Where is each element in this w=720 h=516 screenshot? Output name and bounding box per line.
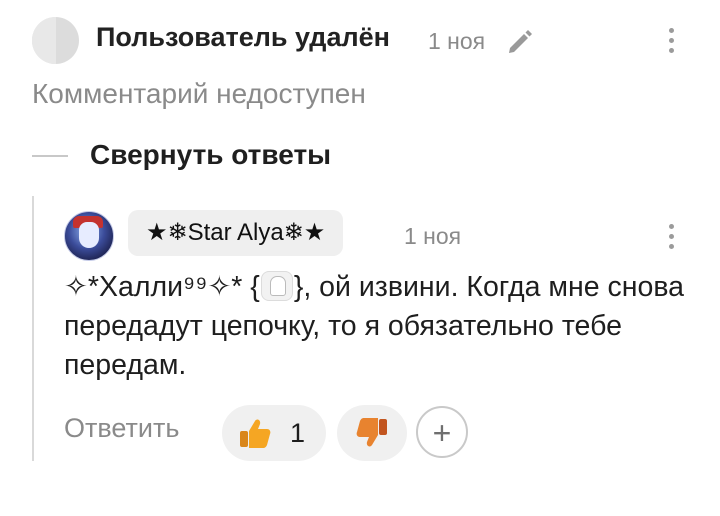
reply-comment-text: ✧*Халли⁹⁹✧* {}, ой извини. Когда мне сно… — [64, 268, 704, 385]
like-button[interactable]: 1 — [222, 405, 326, 461]
reply-kebab-menu-icon[interactable] — [669, 224, 675, 254]
reply-button[interactable]: Ответить — [64, 413, 179, 444]
thumbs-down-icon — [356, 418, 387, 447]
parent-author-name: Пользователь удалён — [96, 22, 390, 52]
dislike-button[interactable] — [337, 405, 407, 461]
collapse-replies-button[interactable]: Свернуть ответы — [90, 139, 331, 171]
pencil-icon[interactable] — [505, 26, 535, 56]
parent-comment-body: Комментарий недоступен — [32, 78, 366, 109]
collapse-divider — [32, 155, 68, 157]
parent-kebab-menu-icon[interactable] — [669, 28, 675, 58]
reply-comment-time: 1 ноя — [404, 223, 462, 249]
like-count: 1 — [290, 418, 306, 448]
reply-text-start: ✧*Халли⁹⁹✧* { — [64, 271, 260, 303]
parent-comment-time: 1 ноя — [428, 28, 486, 54]
thread-line — [32, 196, 34, 461]
avatar[interactable] — [64, 211, 114, 261]
thumbs-up-icon — [240, 419, 271, 448]
avatar-deleted-user — [32, 17, 79, 64]
add-reaction-button[interactable]: + — [416, 406, 468, 458]
reply-author-name[interactable]: ★❄Star Alya❄★ — [128, 210, 344, 256]
ghost-emoji-icon — [260, 271, 293, 301]
